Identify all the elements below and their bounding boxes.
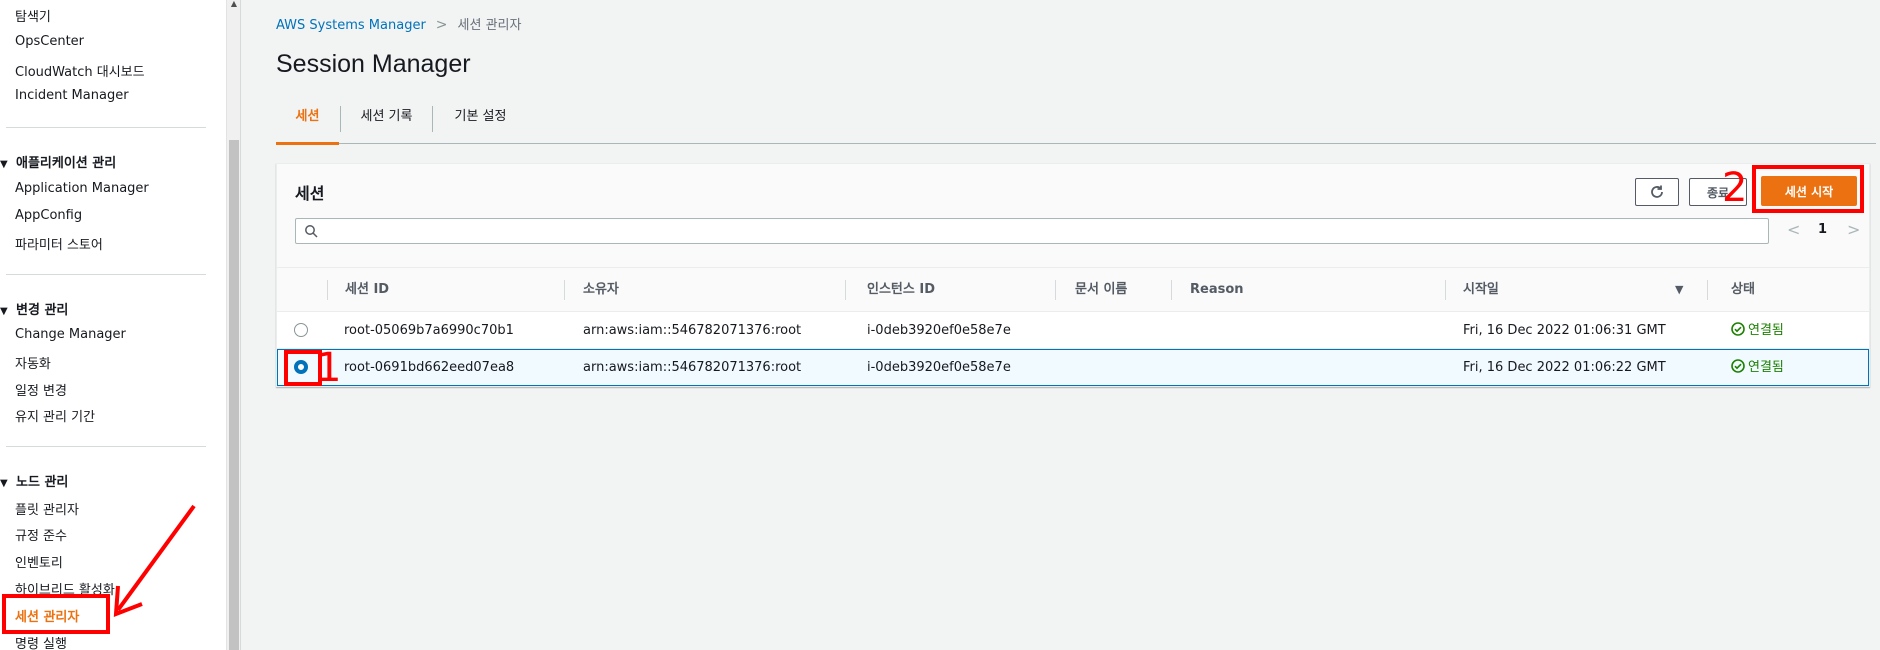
refresh-icon <box>1651 185 1663 198</box>
table-header: 세션 ID 소유자 인스턴스 ID 문서 이름 Reason 시작일 ▼ 상태 <box>277 268 1869 312</box>
terminate-button[interactable]: 종료 <box>1689 178 1747 206</box>
column-header-status[interactable]: 상태 <box>1731 268 1755 312</box>
sessions-panel: 세션 종료 세션 시작 < 1 > 세션 ID 소유자 인스턴스 ID 문서 이… <box>276 163 1870 387</box>
start-session-button[interactable]: 세션 시작 <box>1761 176 1857 206</box>
tab-session-history[interactable]: 세션 기록 <box>342 104 431 144</box>
sidebar-divider <box>6 446 206 447</box>
cell-instance-id[interactable]: i-0deb3920ef0e58e7e <box>867 312 1011 349</box>
sidebar-nav: 탐색기 OpsCenter CloudWatch 대시보드 Incident M… <box>0 0 226 650</box>
sidebar-item-cloudwatch-dashboard[interactable]: CloudWatch 대시보드 <box>15 61 145 80</box>
refresh-button[interactable] <box>1635 178 1679 206</box>
sidebar-section-title: 애플리케이션 관리 <box>16 156 117 171</box>
sidebar-scrollbar[interactable]: ▲ <box>226 0 240 650</box>
cell-owner: arn:aws:iam::546782071376:root <box>583 323 802 338</box>
sidebar-section-change-management[interactable]: ▼ 변경 관리 <box>0 299 68 318</box>
column-separator <box>1055 280 1056 300</box>
cell-start-date: Fri, 16 Dec 2022 01:06:31 GMT <box>1463 323 1666 338</box>
column-header-document-name[interactable]: 문서 이름 <box>1075 268 1127 312</box>
breadcrumb-link-systems-manager[interactable]: AWS Systems Manager <box>276 18 426 33</box>
sidebar-item-change-calendar[interactable]: 일정 변경 <box>15 380 67 399</box>
chevron-left-icon[interactable]: < <box>1787 220 1800 239</box>
tab-sessions[interactable]: 세션 <box>276 104 339 145</box>
column-separator <box>564 280 565 300</box>
tab-separator <box>340 106 341 132</box>
sidebar-item-incident-manager[interactable]: Incident Manager <box>15 88 129 103</box>
sidebar-item-opscenter[interactable]: OpsCenter <box>15 34 84 49</box>
sidebar-item-explorer[interactable]: 탐색기 <box>15 6 51 25</box>
panel-title: 세션 <box>295 184 325 203</box>
column-header-instance-id[interactable]: 인스턴스 ID <box>867 268 935 312</box>
sidebar-item-compliance[interactable]: 규정 준수 <box>15 525 67 544</box>
sidebar-section-title: 노드 관리 <box>16 475 69 490</box>
sidebar-item-change-manager[interactable]: Change Manager <box>15 327 126 342</box>
cell-session-id: root-05069b7a6990c70b1 <box>344 323 514 338</box>
table-row-selected[interactable]: root-0691bd662eed07ea8 arn:aws:iam::5467… <box>277 349 1869 386</box>
status-label: 연결됨 <box>1748 323 1784 338</box>
sidebar-item-hybrid-activations[interactable]: 하이브리드 활성화 <box>15 579 115 598</box>
sidebar-item-automation[interactable]: 자동화 <box>15 353 51 372</box>
sidebar-item-maintenance-windows[interactable]: 유지 관리 기간 <box>15 406 95 425</box>
sidebar-item-parameter-store[interactable]: 파라미터 스토어 <box>15 234 103 253</box>
sidebar-divider <box>6 274 206 275</box>
column-header-session-id[interactable]: 세션 ID <box>345 268 389 312</box>
column-separator <box>845 280 846 300</box>
column-header-reason[interactable]: Reason <box>1190 268 1244 312</box>
column-separator <box>1445 280 1446 300</box>
sidebar-item-run-command[interactable]: 명령 실행 <box>15 633 67 650</box>
tab-preferences[interactable]: 기본 설정 <box>434 104 527 144</box>
cell-session-id: root-0691bd662eed07ea8 <box>344 360 515 375</box>
panel-header: 세션 종료 세션 시작 < 1 > <box>277 164 1869 268</box>
search-input[interactable] <box>324 221 1754 241</box>
column-separator <box>1707 280 1708 300</box>
row-select-radio[interactable] <box>294 360 308 374</box>
column-separator <box>327 280 328 300</box>
check-circle-icon <box>1731 359 1745 373</box>
scroll-up-icon[interactable]: ▲ <box>229 0 239 8</box>
cell-owner: arn:aws:iam::546782071376:root <box>583 360 802 375</box>
main-divider <box>240 0 241 650</box>
tab-separator <box>432 106 433 132</box>
table-row[interactable]: root-05069b7a6990c70b1 arn:aws:iam::5467… <box>277 312 1869 349</box>
sidebar-section-title: 변경 관리 <box>16 303 69 318</box>
caret-down-icon: ▼ <box>0 306 8 317</box>
sidebar-section-app-management[interactable]: ▼ 애플리케이션 관리 <box>0 152 116 171</box>
search-icon <box>305 225 318 238</box>
cell-start-date: Fri, 16 Dec 2022 01:06:22 GMT <box>1463 360 1666 375</box>
sidebar-item-inventory[interactable]: 인벤토리 <box>15 552 63 571</box>
status-label: 연결됨 <box>1748 360 1784 375</box>
column-separator <box>1171 280 1172 300</box>
column-header-label: 시작일 <box>1463 282 1499 297</box>
row-select-radio[interactable] <box>294 323 308 337</box>
caret-down-icon: ▼ <box>0 478 8 489</box>
column-header-start-date[interactable]: 시작일 ▼ <box>1463 268 1683 312</box>
search-box[interactable] <box>295 218 1769 244</box>
sidebar-item-application-manager[interactable]: Application Manager <box>15 181 149 196</box>
breadcrumb-current: 세션 관리자 <box>457 18 522 33</box>
page-number[interactable]: 1 <box>1818 222 1827 237</box>
cell-status: 연결됨 <box>1731 349 1784 386</box>
page-title: Session Manager <box>276 50 471 78</box>
sidebar-item-fleet-manager[interactable]: 플릿 관리자 <box>15 499 79 518</box>
sort-descending-icon[interactable]: ▼ <box>1675 268 1683 312</box>
sidebar-item-session-manager[interactable]: 세션 관리자 <box>15 606 79 625</box>
caret-down-icon: ▼ <box>0 159 8 170</box>
pagination: < 1 > <box>1787 220 1867 240</box>
cell-instance-id[interactable]: i-0deb3920ef0e58e7e <box>867 349 1011 386</box>
check-circle-icon <box>1731 322 1745 336</box>
sidebar-scroll-thumb[interactable] <box>229 140 239 650</box>
sidebar-item-appconfig[interactable]: AppConfig <box>15 208 82 223</box>
cell-status: 연결됨 <box>1731 312 1784 349</box>
breadcrumb-separator-icon: > <box>435 17 448 33</box>
tab-bar: 세션 세션 기록 기본 설정 <box>276 104 1876 145</box>
sidebar-divider <box>6 127 206 128</box>
sidebar-section-node-management[interactable]: ▼ 노드 관리 <box>0 471 68 490</box>
column-header-owner[interactable]: 소유자 <box>583 268 619 312</box>
breadcrumb: AWS Systems Manager > 세션 관리자 <box>276 14 521 33</box>
chevron-right-icon[interactable]: > <box>1847 220 1860 239</box>
